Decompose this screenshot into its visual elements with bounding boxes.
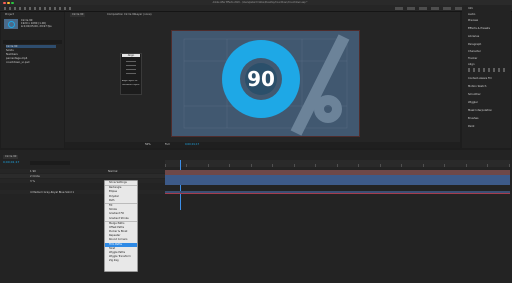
layer-list: 1 90 Normal 2 Circle 3 % 4 Medium Gray-Ro… [0,169,165,199]
right-item[interactable]: Character [468,50,508,53]
context-menu: Show Settings Rectangle Ellipse Polystar Pat… [104,180,138,272]
timeline-timecode[interactable]: 0;00;01;17 [3,161,28,164]
menu-item[interactable]: Zig Zag [105,259,137,263]
ruler-ticks [165,164,510,167]
window-title: Adobe After Effects 2020 - /Users/peterc… [212,1,308,4]
list-item[interactable]: percentage.mp4 [6,57,56,60]
tab-layer[interactable]: Layer (none) [133,13,154,17]
right-item[interactable]: Effects & Presets [468,27,508,30]
layer-row[interactable]: 4 Medium Gray-Royal Blue Solid 1 [0,190,165,194]
right-item[interactable]: Wiggler [468,101,508,104]
resolution[interactable]: Full [165,143,180,146]
current-time[interactable]: 0;00;01;17 [185,143,210,146]
right-item[interactable]: Info [468,7,508,10]
layer-bar[interactable] [165,180,510,185]
zoom-level[interactable]: 50% [145,143,160,146]
timeline-search-input[interactable] [30,161,70,165]
right-item[interactable]: Brushes [468,117,508,120]
project-search-input[interactable] [3,40,62,44]
viewer-footer: 50% Full 0;00;01;17 [65,142,460,148]
align-label-2: Distribute Layers: [122,84,140,86]
project-thumbnail [4,19,18,29]
right-section-label: Align [468,63,475,66]
tab-project[interactable]: Project [3,13,16,17]
layer-bar[interactable] [165,193,510,194]
right-item[interactable]: Tracker [468,57,508,60]
layer-row[interactable]: 1 90 Normal [0,169,165,173]
right-item[interactable]: Content-Aware Fill [468,77,508,80]
align-panel-title: Align [122,54,140,58]
countdown-number[interactable]: 90 [241,65,281,93]
align-panel: Align Align Layers to: Distribute Layers… [120,53,142,95]
comp-canvas[interactable]: 90 [171,30,360,137]
right-item[interactable]: Audio [468,13,508,16]
right-panel: Info Audio Preview Effects & Presets Lib… [462,5,511,148]
list-item[interactable]: Numbers [6,53,56,56]
tab-timeline[interactable]: Circle 90 [3,155,19,159]
right-item[interactable]: Preview [468,19,508,22]
project-list: Circle 90 Solids Numbers percentage.mp4 … [3,45,62,75]
project-panel: Project Circle 90 1920 x 1080 (1.00) Δ 0… [1,12,64,148]
right-item[interactable]: Paint [468,125,508,128]
tab-comp[interactable]: Circle 90 [70,13,86,17]
tool-icons[interactable] [4,6,74,10]
layer-row[interactable]: 3 % [0,179,165,183]
comp-info-line-3: Δ 0;00;05;00, 29.97 fps [21,25,52,28]
right-item[interactable]: Paragraph [468,43,508,46]
align-label-1: Align Layers to: [122,80,138,82]
minimize-window-icon[interactable] [7,1,10,4]
playhead[interactable] [180,160,181,210]
right-item[interactable]: Libraries [468,35,508,38]
context-menu-list: Show Settings Rectangle Ellipse Polystar Pat… [105,181,137,264]
list-item[interactable]: Circle 90 [6,45,56,49]
composition-panel: Circle 90 Composition Circle 90 Layer (n… [65,12,460,148]
time-ruler[interactable] [165,160,510,167]
align-buttons[interactable] [126,60,136,74]
align-buttons-row[interactable] [468,68,506,72]
right-item[interactable]: Smoother [468,93,508,96]
right-item[interactable]: Mask Interpolation [468,109,508,112]
layer-row[interactable]: 2 Circle [0,174,165,178]
tools-bar [0,5,512,12]
timeline-panel: Circle 90 0;00;01;17 1 90 Normal 2 Circle… [0,150,512,283]
zoom-window-icon[interactable] [11,1,14,4]
thumbnail-circle-icon [7,20,15,28]
list-item[interactable]: Solids [6,49,56,52]
list-item[interactable]: countdown_ui.psd [6,61,56,64]
right-item[interactable]: Motion Sketch [468,85,508,88]
close-window-icon[interactable] [3,1,6,4]
